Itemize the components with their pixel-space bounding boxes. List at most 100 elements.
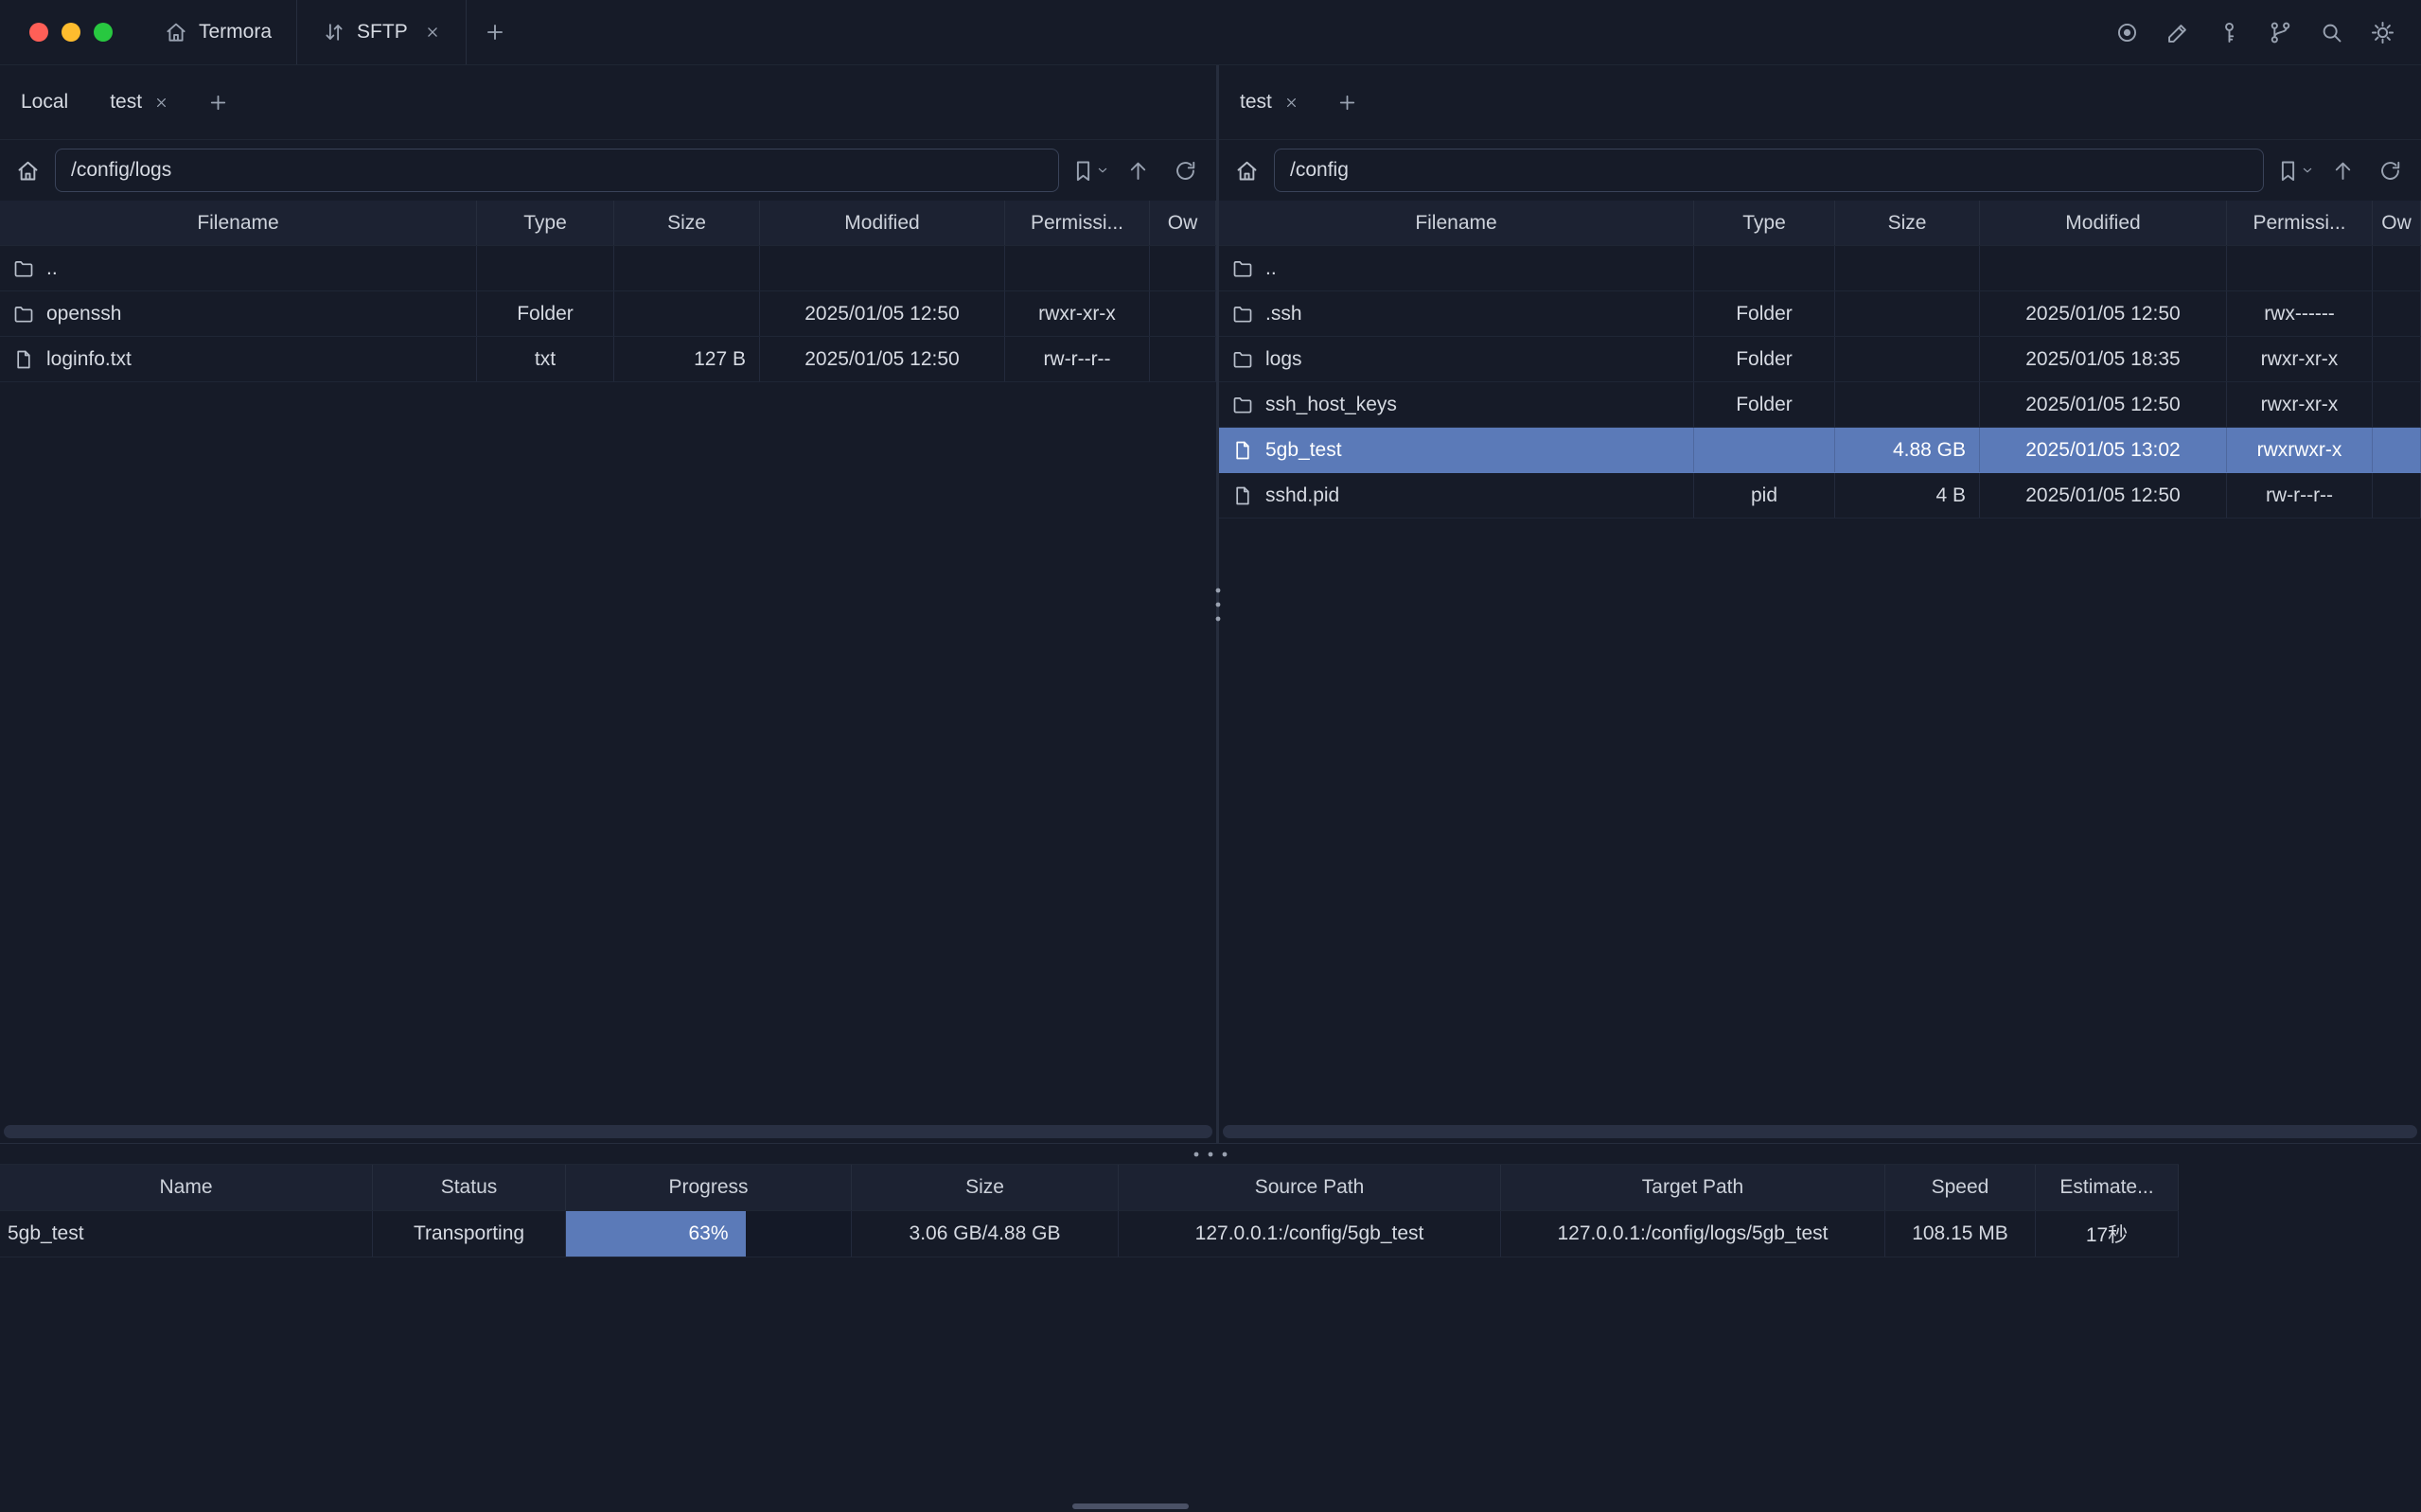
size-cell xyxy=(614,291,760,336)
transfer-column-header-name[interactable]: Name xyxy=(0,1165,373,1210)
zoom-window-button[interactable] xyxy=(94,23,113,42)
owner-cell xyxy=(2373,473,2421,518)
column-header-owner[interactable]: Ow xyxy=(2373,201,2421,245)
transfer-estimate-cell: 17秒 xyxy=(2036,1211,2179,1257)
panel-tab-local[interactable]: Local xyxy=(0,65,89,139)
chevron-down-icon[interactable] xyxy=(2300,163,2315,178)
column-header-permissions[interactable]: Permissi... xyxy=(2227,201,2373,245)
new-tab-button[interactable] xyxy=(467,0,523,64)
file-row-..[interactable]: .. xyxy=(1219,246,2421,291)
filename-text: 5gb_test xyxy=(1265,439,1342,462)
column-header-filename[interactable]: Filename xyxy=(1219,201,1694,245)
file-row-logs[interactable]: logsFolder2025/01/05 18:35rwxr-xr-x xyxy=(1219,337,2421,382)
modified-cell: 2025/01/05 12:50 xyxy=(760,291,1005,336)
permissions-cell: rwxr-xr-x xyxy=(2227,382,2373,427)
column-header-type[interactable]: Type xyxy=(1694,201,1835,245)
git-branch-icon[interactable] xyxy=(2266,18,2294,46)
tab-sftp[interactable]: SFTP xyxy=(296,0,467,64)
local-pathbar xyxy=(0,140,1216,201)
titlebar-spacer xyxy=(523,0,2112,64)
home-icon[interactable] xyxy=(1227,150,1266,190)
add-tab-button[interactable] xyxy=(1320,65,1375,139)
local-path-input[interactable] xyxy=(55,149,1059,192)
folder-icon xyxy=(1231,303,1254,325)
transfers-list: 5gb_testTransporting63%3.06 GB/4.88 GB12… xyxy=(0,1211,2179,1257)
column-header-size[interactable]: Size xyxy=(1835,201,1980,245)
add-tab-button[interactable] xyxy=(190,65,245,139)
key-icon[interactable] xyxy=(2215,18,2243,46)
file-row-..[interactable]: .. xyxy=(0,246,1216,291)
filename-cell: openssh xyxy=(0,291,477,336)
transfer-column-header-source[interactable]: Source Path xyxy=(1119,1165,1501,1210)
filename-cell: .. xyxy=(1219,246,1694,290)
column-header-size[interactable]: Size xyxy=(614,201,760,245)
arrow-up-icon[interactable] xyxy=(1118,150,1157,190)
type-cell: Folder xyxy=(1694,337,1835,381)
close-window-button[interactable] xyxy=(29,23,48,42)
column-header-permissions[interactable]: Permissi... xyxy=(1005,201,1150,245)
transfer-progress-cell: 63% xyxy=(566,1211,852,1257)
transfer-column-header-size[interactable]: Size xyxy=(852,1165,1119,1210)
remote-path-input[interactable] xyxy=(1274,149,2264,192)
tab-termora-label: Termora xyxy=(199,21,272,44)
size-cell xyxy=(1835,337,1980,381)
owner-cell xyxy=(2373,428,2421,472)
transfers-panel: NameStatusProgressSizeSource PathTarget … xyxy=(0,1164,2421,1257)
transfer-column-header-estimate[interactable]: Estimate... xyxy=(2036,1165,2179,1210)
column-header-type[interactable]: Type xyxy=(477,201,614,245)
file-row-ssh_host_keys[interactable]: ssh_host_keysFolder2025/01/05 12:50rwxr-… xyxy=(1219,382,2421,428)
column-header-modified[interactable]: Modified xyxy=(1980,201,2227,245)
tab-termora[interactable]: Termora xyxy=(139,0,296,64)
remote-horizontal-scrollbar[interactable] xyxy=(1223,1125,2417,1138)
bottom-empty-area xyxy=(0,1257,2421,1512)
transfer-column-header-target[interactable]: Target Path xyxy=(1501,1165,1885,1210)
edit-icon[interactable] xyxy=(2164,18,2192,46)
transfers-split-handle[interactable] xyxy=(0,1144,2421,1164)
file-row-openssh[interactable]: opensshFolder2025/01/05 12:50rwxr-xr-x xyxy=(0,291,1216,337)
modified-cell: 2025/01/05 13:02 xyxy=(1980,428,2227,472)
arrow-up-icon[interactable] xyxy=(2323,150,2362,190)
column-header-filename[interactable]: Filename xyxy=(0,201,477,245)
drag-dots-icon xyxy=(1190,1148,1231,1161)
close-tab-icon[interactable] xyxy=(153,95,169,111)
local-file-panel: Localtest xyxy=(0,65,1216,1143)
settings-icon[interactable] xyxy=(2368,18,2396,46)
home-icon[interactable] xyxy=(8,150,47,190)
file-row-5gb_test[interactable]: 5gb_test4.88 GB2025/01/05 13:02rwxrwxr-x xyxy=(1219,428,2421,473)
transfer-status-cell: Transporting xyxy=(373,1211,566,1257)
bookmark-icon[interactable] xyxy=(1067,150,1099,190)
transfer-column-header-speed[interactable]: Speed xyxy=(1885,1165,2036,1210)
remote-tab-bar: test xyxy=(1219,65,2421,140)
file-row-sshd.pid[interactable]: sshd.pidpid4 B2025/01/05 12:50rw-r--r-- xyxy=(1219,473,2421,519)
search-icon[interactable] xyxy=(2317,18,2345,46)
filename-text: ssh_host_keys xyxy=(1265,394,1397,416)
bookmark-icon[interactable] xyxy=(2271,150,2304,190)
refresh-icon[interactable] xyxy=(2370,150,2410,190)
transfers-table: NameStatusProgressSizeSource PathTarget … xyxy=(0,1164,2179,1257)
modified-cell: 2025/01/05 12:50 xyxy=(1980,473,2227,518)
column-header-modified[interactable]: Modified xyxy=(760,201,1005,245)
transfer-column-header-progress[interactable]: Progress xyxy=(566,1165,852,1210)
record-icon[interactable] xyxy=(2112,18,2141,46)
column-header-owner[interactable]: Ow xyxy=(1150,201,1216,245)
chevron-down-icon[interactable] xyxy=(1095,163,1110,178)
refresh-icon[interactable] xyxy=(1165,150,1205,190)
progress-label: 63% xyxy=(566,1211,851,1257)
transfer-row-5gb_test[interactable]: 5gb_testTransporting63%3.06 GB/4.88 GB12… xyxy=(0,1211,2179,1257)
local-horizontal-scrollbar[interactable] xyxy=(4,1125,1212,1138)
transfer-column-header-status[interactable]: Status xyxy=(373,1165,566,1210)
owner-cell xyxy=(1150,337,1216,381)
transfers-horizontal-scrollbar[interactable] xyxy=(1072,1503,1189,1509)
modified-cell: 2025/01/05 12:50 xyxy=(760,337,1005,381)
remote-file-panel: test xyxy=(1219,65,2421,1143)
panel-tab-test[interactable]: test xyxy=(1219,65,1320,139)
file-row-.ssh[interactable]: .sshFolder2025/01/05 12:50rwx------ xyxy=(1219,291,2421,337)
transfer-size-cell: 3.06 GB/4.88 GB xyxy=(852,1211,1119,1257)
close-tab-icon[interactable] xyxy=(424,24,441,41)
close-tab-icon[interactable] xyxy=(1283,95,1299,111)
file-row-loginfo.txt[interactable]: loginfo.txttxt127 B2025/01/05 12:50rw-r-… xyxy=(0,337,1216,382)
type-cell xyxy=(477,246,614,290)
filename-cell: loginfo.txt xyxy=(0,337,477,381)
minimize-window-button[interactable] xyxy=(62,23,80,42)
panel-tab-test[interactable]: test xyxy=(89,65,190,139)
